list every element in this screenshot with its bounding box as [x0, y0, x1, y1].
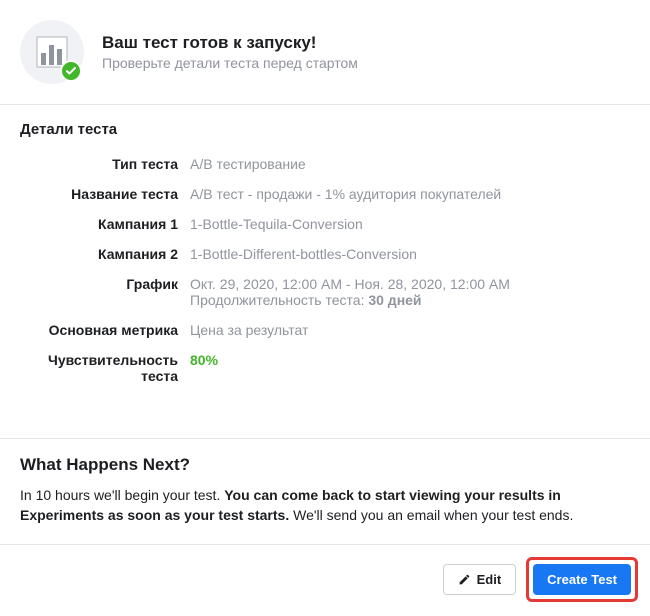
pencil-icon — [458, 573, 471, 586]
details-section-title: Детали теста — [20, 121, 630, 138]
next-lead: In 10 hours we'll begin your test. — [20, 487, 224, 503]
row-campaign2: Кампания 2 1-Bottle-Different-bottles-Co… — [20, 246, 630, 262]
schedule-duration-value: 30 дней — [368, 292, 421, 308]
label-campaign1: Кампания 1 — [20, 216, 190, 232]
header-subtitle: Проверьте детали теста перед стартом — [102, 55, 358, 71]
test-icon-wrap — [20, 20, 84, 84]
label-test-name: Название теста — [20, 186, 190, 202]
row-sensitivity: Чувствительность теста 80% — [20, 352, 630, 384]
what-happens-next-body: In 10 hours we'll begin your test. You c… — [20, 485, 630, 526]
row-schedule: График Окт. 29, 2020, 12:00 AM - Ноя. 28… — [20, 276, 630, 308]
edit-button-label: Edit — [477, 572, 502, 587]
value-test-name: A/B тест - продажи - 1% аудитория покупа… — [190, 186, 630, 202]
label-schedule: График — [20, 276, 190, 292]
footer-actions: Edit Create Test — [0, 545, 650, 616]
label-key-metric: Основная метрика — [20, 322, 190, 338]
details-section: Детали теста Тип теста A/B тестирование … — [0, 105, 650, 438]
value-campaign2: 1-Bottle-Different-bottles-Conversion — [190, 246, 630, 262]
value-schedule: Окт. 29, 2020, 12:00 AM - Ноя. 28, 2020,… — [190, 276, 630, 308]
create-test-button[interactable]: Create Test — [533, 564, 631, 595]
value-key-metric: Цена за результат — [190, 322, 630, 338]
value-sensitivity: 80% — [190, 352, 630, 368]
row-test-type: Тип теста A/B тестирование — [20, 156, 630, 172]
check-badge-icon — [60, 60, 82, 82]
header-text: Ваш тест готов к запуску! Проверьте дета… — [102, 33, 358, 71]
sensitivity-percentage: 80% — [190, 352, 218, 368]
what-happens-next-section: What Happens Next? In 10 hours we'll beg… — [0, 439, 650, 544]
schedule-range: Окт. 29, 2020, 12:00 AM - Ноя. 28, 2020,… — [190, 276, 630, 292]
label-sensitivity: Чувствительность теста — [20, 352, 190, 384]
row-test-name: Название теста A/B тест - продажи - 1% а… — [20, 186, 630, 202]
header-title: Ваш тест готов к запуску! — [102, 33, 358, 53]
schedule-duration-line: Продолжительность теста: 30 дней — [190, 292, 630, 308]
create-test-highlight: Create Test — [526, 557, 638, 602]
row-campaign1: Кампания 1 1-Bottle-Tequila-Conversion — [20, 216, 630, 232]
what-happens-next-title: What Happens Next? — [20, 455, 630, 475]
label-test-type: Тип теста — [20, 156, 190, 172]
row-key-metric: Основная метрика Цена за результат — [20, 322, 630, 338]
edit-button[interactable]: Edit — [443, 564, 517, 595]
next-tail: We'll send you an email when your test e… — [289, 507, 573, 523]
value-campaign1: 1-Bottle-Tequila-Conversion — [190, 216, 630, 232]
value-test-type: A/B тестирование — [190, 156, 630, 172]
summary-header: Ваш тест готов к запуску! Проверьте дета… — [0, 0, 650, 104]
schedule-duration-prefix: Продолжительность теста: — [190, 292, 368, 308]
label-campaign2: Кампания 2 — [20, 246, 190, 262]
